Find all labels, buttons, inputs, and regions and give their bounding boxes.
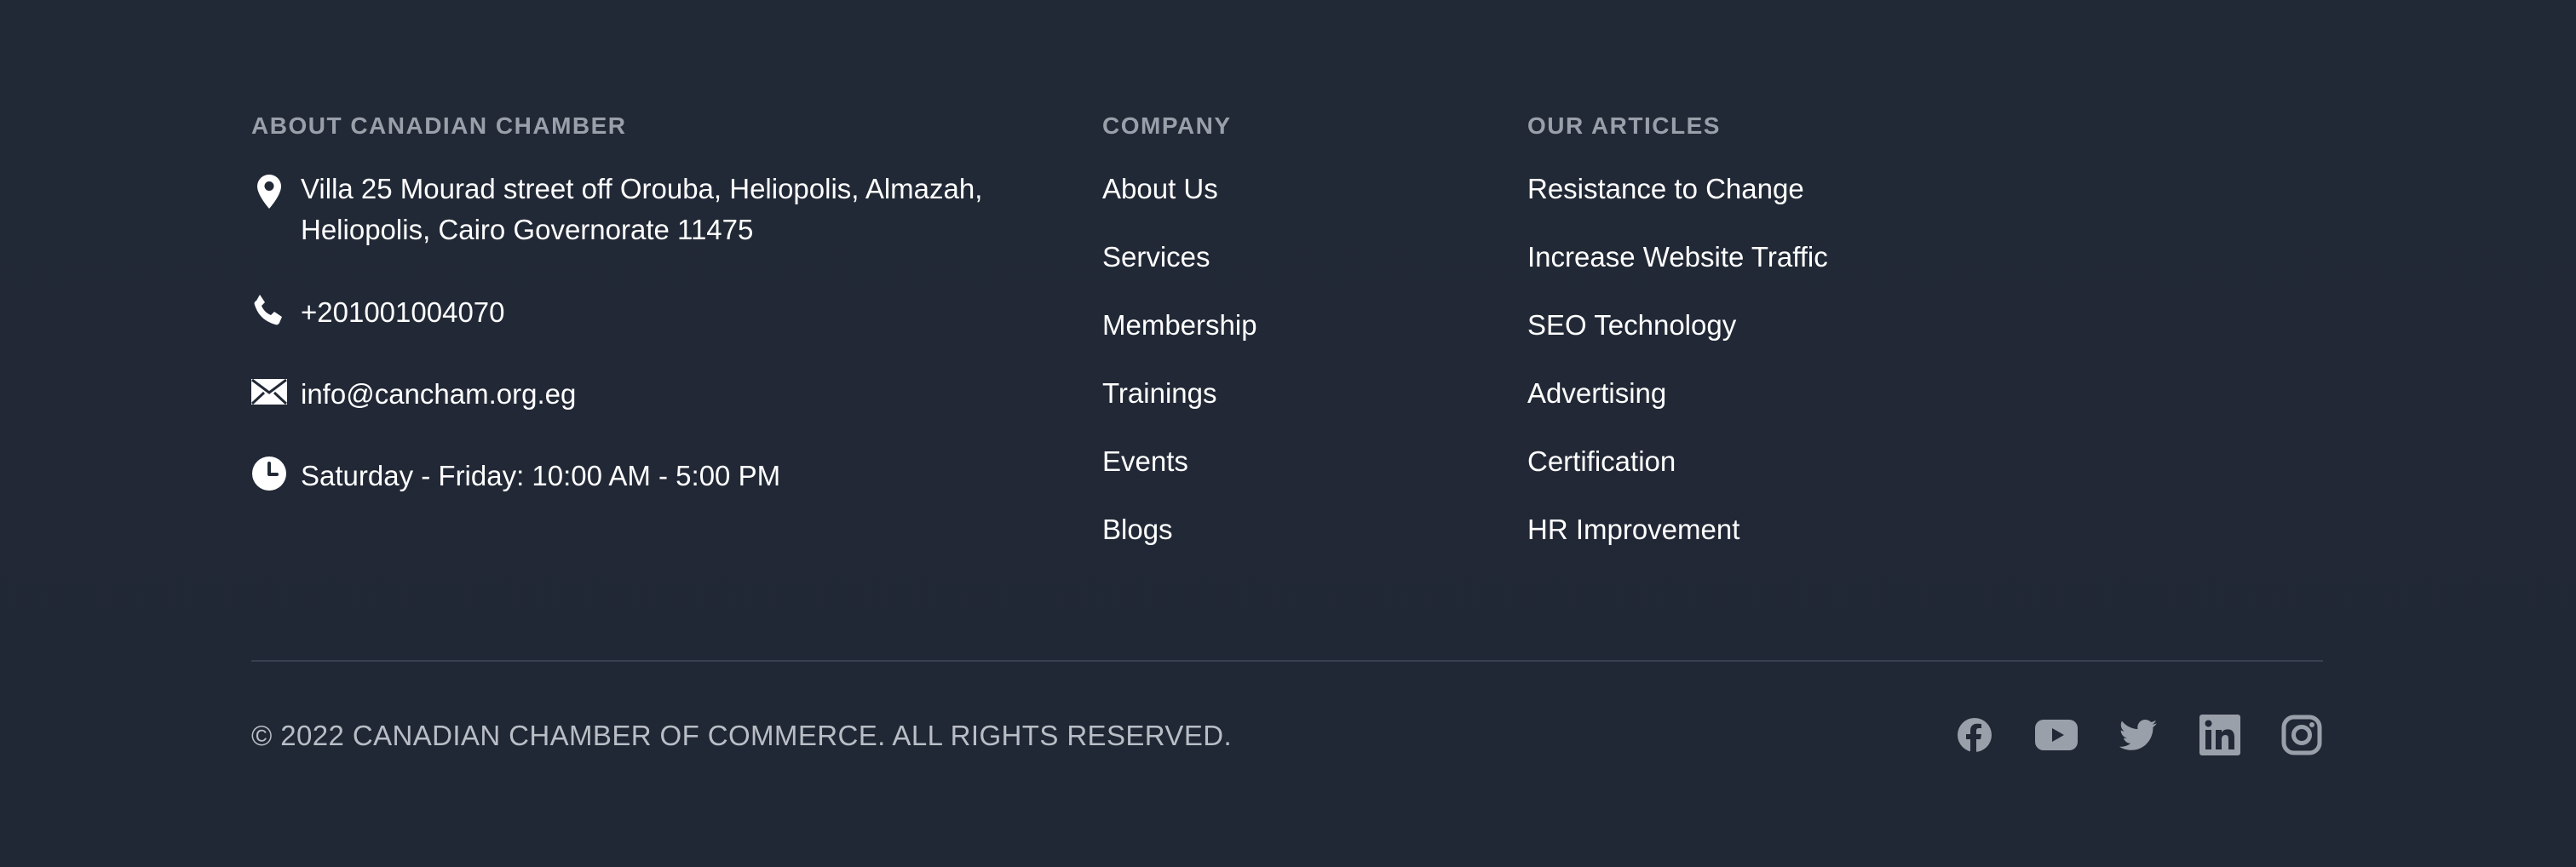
social-links bbox=[1953, 714, 2323, 756]
company-link-about-us[interactable]: About Us bbox=[1102, 169, 1257, 237]
address-line-2: Heliopolis, Cairo Governorate 11475 bbox=[301, 214, 754, 245]
phone-item[interactable]: +201001004070 bbox=[251, 292, 505, 333]
copyright-text: © 2022 CANADIAN CHAMBER OF COMMERCE. ALL… bbox=[251, 720, 1233, 751]
about-heading: ABOUT CANADIAN CHAMBER bbox=[251, 112, 627, 139]
hours-item: Saturday - Friday: 10:00 AM - 5:00 PM bbox=[251, 456, 780, 497]
company-link-trainings[interactable]: Trainings bbox=[1102, 373, 1257, 441]
address-line-1: Villa 25 Mourad street off Orouba, Helio… bbox=[301, 173, 983, 204]
company-link-events[interactable]: Events bbox=[1102, 441, 1257, 509]
company-links: About Us Services Membership Trainings E… bbox=[1102, 169, 1257, 577]
clock-icon bbox=[251, 456, 287, 491]
company-heading: COMPANY bbox=[1102, 112, 1232, 139]
footer-divider bbox=[251, 660, 2323, 662]
article-link-certification[interactable]: Certification bbox=[1527, 441, 1828, 509]
phone-text[interactable]: +201001004070 bbox=[301, 292, 505, 333]
instagram-icon[interactable] bbox=[2280, 714, 2323, 756]
company-link-membership[interactable]: Membership bbox=[1102, 305, 1257, 373]
article-link-resistance-to-change[interactable]: Resistance to Change bbox=[1527, 169, 1828, 237]
company-link-services[interactable]: Services bbox=[1102, 237, 1257, 305]
address-item: Villa 25 Mourad street off Orouba, Helio… bbox=[251, 169, 982, 250]
twitter-icon[interactable] bbox=[2117, 714, 2159, 756]
article-link-seo-technology[interactable]: SEO Technology bbox=[1527, 305, 1828, 373]
articles-heading: OUR ARTICLES bbox=[1527, 112, 1721, 139]
location-pin-icon bbox=[251, 174, 287, 210]
email-text[interactable]: info@cancham.org.eg bbox=[301, 374, 576, 415]
facebook-icon[interactable] bbox=[1953, 714, 1996, 756]
email-item[interactable]: info@cancham.org.eg bbox=[251, 374, 576, 415]
article-link-advertising[interactable]: Advertising bbox=[1527, 373, 1828, 441]
hours-text: Saturday - Friday: 10:00 AM - 5:00 PM bbox=[301, 460, 781, 491]
article-link-increase-website-traffic[interactable]: Increase Website Traffic bbox=[1527, 237, 1828, 305]
phone-icon bbox=[251, 292, 287, 328]
envelope-icon bbox=[251, 374, 287, 410]
article-link-hr-improvement[interactable]: HR Improvement bbox=[1527, 509, 1828, 577]
youtube-icon[interactable] bbox=[2035, 714, 2078, 756]
linkedin-icon[interactable] bbox=[2199, 714, 2241, 756]
address-text: Villa 25 Mourad street off Orouba, Helio… bbox=[301, 169, 982, 250]
site-footer: ABOUT CANADIAN CHAMBER Villa 25 Mourad s… bbox=[0, 0, 2576, 867]
article-links: Resistance to Change Increase Website Tr… bbox=[1527, 169, 1828, 577]
company-link-blogs[interactable]: Blogs bbox=[1102, 509, 1257, 577]
